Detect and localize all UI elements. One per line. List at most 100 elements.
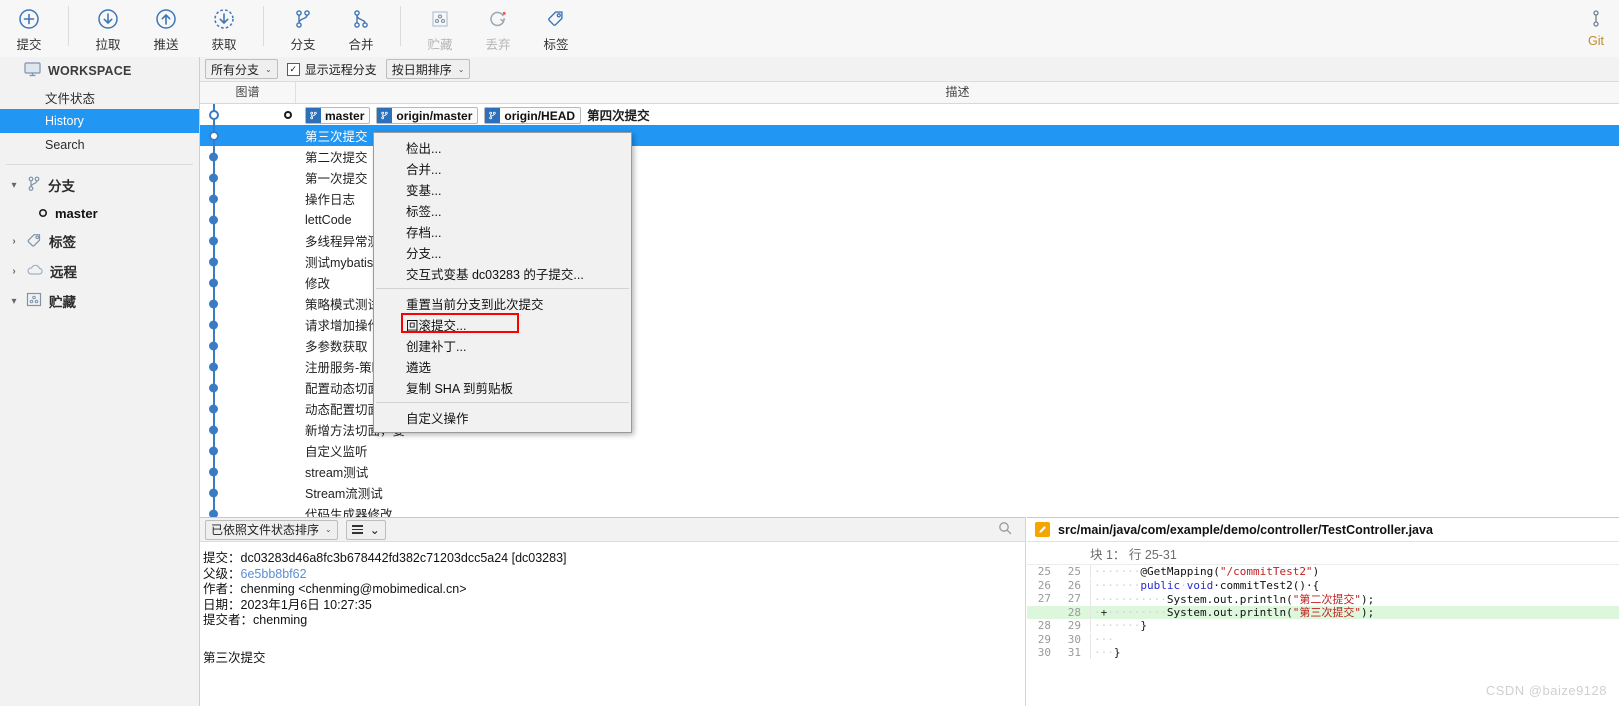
diff-line: 30 31 ···} [1027, 646, 1619, 660]
commit-message-label: 第四次提交 [587, 109, 650, 123]
cloud-icon [26, 263, 44, 280]
commit-meta-value: 2023年1月6日 10:27:35 [240, 597, 372, 612]
commit-meta-value[interactable]: 6e5bb8bf62 [241, 567, 307, 581]
chevron-down-icon[interactable]: ▾ [8, 296, 20, 307]
toolbar-button-discard[interactable]: 丢弃 [469, 0, 527, 57]
toolbar-button-fetch[interactable]: 获取 [195, 0, 253, 57]
diff-line: 28 29 ·······} [1027, 619, 1619, 633]
commit-row[interactable]: Stream流测试 [200, 482, 1619, 503]
diff-code-text: ·······@GetMapping("/commitTest2") [1090, 565, 1319, 579]
commit-row[interactable]: stream测试 [200, 461, 1619, 482]
context-menu-item[interactable]: 遴选 [374, 356, 631, 377]
sidebar-item-label: History [45, 114, 84, 128]
commit-meta-label: 父级： [203, 566, 241, 581]
graph-node [209, 404, 218, 413]
toolbar-label: 丢弃 [485, 38, 511, 52]
commit-message-cell: Stream流测试 [296, 483, 383, 502]
chevron-right-icon[interactable]: › [8, 236, 20, 247]
diff-old-line-number: 28 [1037, 619, 1051, 633]
file-sort-dropdown[interactable]: 已依照文件状态排序 ⌄ [205, 519, 338, 540]
ref-chip[interactable]: origin/HEAD [484, 107, 582, 124]
context-menu-item[interactable]: 标签... [374, 200, 631, 221]
context-menu-item[interactable]: 复制 SHA 到剪贴板 [374, 377, 631, 398]
diff-code-text: ··· [1090, 632, 1114, 646]
git-flow-icon [1585, 6, 1607, 32]
arrow-down-circle-icon [97, 6, 119, 32]
branch-filter-dropdown[interactable]: 所有分支 ⌄ [205, 59, 278, 79]
ref-chip[interactable]: master [305, 107, 371, 124]
commit-message-cell: 多参数获取 [296, 336, 368, 355]
toolbar-button-pull[interactable]: 拉取 [79, 0, 137, 57]
diff-old-line-number: 27 [1037, 592, 1051, 606]
toolbar-button-push[interactable]: 推送 [137, 0, 195, 57]
commit-graph-cell [200, 356, 296, 377]
sidebar-item-label: Search [45, 138, 85, 152]
diff-file-header[interactable]: src/main/java/com/example/demo/controlle… [1027, 517, 1619, 542]
commit-message-text: 第三次提交 [203, 650, 266, 665]
context-menu-item[interactable]: 创建补丁... [374, 335, 631, 356]
column-header-graph[interactable]: 图谱 [200, 82, 296, 103]
chevron-right-icon[interactable]: › [8, 266, 20, 277]
history-filter-bar: 所有分支 ⌄ ✓ 显示远程分支 按日期排序 ⌄ [200, 57, 1619, 82]
context-menu-item[interactable]: 交互式变基 dc03283 的子提交... [374, 263, 631, 284]
branch-badge-icon [377, 108, 393, 123]
context-menu-item[interactable]: 存档... [374, 221, 631, 242]
sidebar-group-branches[interactable]: ▾ 分支 [0, 170, 199, 200]
graph-node [209, 488, 218, 497]
sidebar-group-remotes[interactable]: › 远程 [0, 256, 199, 286]
sidebar-item-file-status[interactable]: 文件状态 [0, 85, 199, 109]
diff-new-line-number: 31 [1067, 646, 1081, 660]
sort-order-dropdown[interactable]: 按日期排序 ⌄ [385, 59, 471, 79]
commit-message-cell: stream测试 [296, 462, 368, 481]
chevron-down-icon: ⌄ [325, 525, 332, 534]
branch-icon [26, 175, 42, 195]
tag-icon [545, 6, 567, 32]
sidebar-group-stashes[interactable]: ▾ 贮藏 [0, 286, 199, 316]
toolbar-button-tag[interactable]: 标签 [527, 0, 585, 57]
sidebar-item-label: 文件状态 [45, 91, 96, 106]
commit-message-label: lettCode [305, 212, 352, 227]
commit-message-label: 第一次提交 [305, 172, 368, 186]
context-menu-item[interactable]: 重置当前分支到此次提交 [374, 293, 631, 314]
graph-node [209, 383, 218, 392]
context-menu-item[interactable]: 回滚提交... [374, 314, 631, 335]
sort-order-value: 按日期排序 [391, 62, 452, 77]
toolbar-label: 分支 [290, 38, 316, 52]
sidebar-item-history[interactable]: History [0, 109, 199, 133]
context-menu-item[interactable]: 合并... [374, 158, 631, 179]
commit-row[interactable]: master origin/master origin/HEAD 第四次提交 [200, 104, 1619, 125]
toolbar-button-stash[interactable]: 贮藏 [411, 0, 469, 57]
diff-line: 25 25 ·······@GetMapping("/commitTest2") [1027, 565, 1619, 579]
context-menu-item[interactable]: 自定义操作 [374, 407, 631, 428]
graph-node [209, 173, 218, 182]
ref-chip[interactable]: origin/master [376, 107, 479, 124]
commit-context-menu[interactable]: 检出... 合并... 变基... 标签... 存档... 分支... 交互式变基 dc03… [373, 132, 632, 433]
context-menu-separator [376, 288, 629, 289]
branch-badge-icon [306, 108, 321, 123]
context-menu-item[interactable]: 检出... [374, 137, 631, 158]
context-menu-item[interactable]: 变基... [374, 179, 631, 200]
toolbar-button-merge[interactable]: 合并 [332, 0, 390, 57]
context-menu-item[interactable]: 分支... [374, 242, 631, 263]
commit-row[interactable]: 自定义监听 [200, 440, 1619, 461]
sidebar-group-label: 标签 [49, 235, 76, 250]
branch-filter-value: 所有分支 [211, 62, 260, 77]
bottom-panel: 已依照文件状态排序 ⌄ ⌄ 提交： dc03283d46a8fc3b678442… [200, 517, 1619, 706]
toolbar-button-commit[interactable]: 提交 [0, 0, 58, 57]
toolbar-button-branch[interactable]: 分支 [274, 0, 332, 57]
sidebar-group-tags[interactable]: › 标签 [0, 226, 199, 256]
view-mode-dropdown[interactable]: ⌄ [345, 519, 386, 540]
search-icon[interactable] [998, 521, 1012, 538]
show-remote-branches-checkbox[interactable]: ✓ 显示远程分支 [286, 61, 377, 78]
toolbar-button-gitflow[interactable]: Git [1573, 0, 1619, 57]
column-header-description[interactable]: 描述 [296, 82, 1619, 103]
chevron-down-icon[interactable]: ▾ [8, 180, 20, 191]
sidebar-branch-master[interactable]: master [0, 200, 199, 226]
commit-dot-icon [38, 206, 48, 221]
commit-meta-label: 提交： [203, 551, 241, 565]
sidebar-item-search[interactable]: Search [0, 133, 199, 157]
graph-node [209, 446, 218, 455]
commit-message-label: 第二次提交 [305, 151, 368, 165]
sidebar-divider [6, 164, 193, 165]
diff-lines[interactable]: 25 25 ·······@GetMapping("/commitTest2") 26… [1027, 565, 1619, 660]
